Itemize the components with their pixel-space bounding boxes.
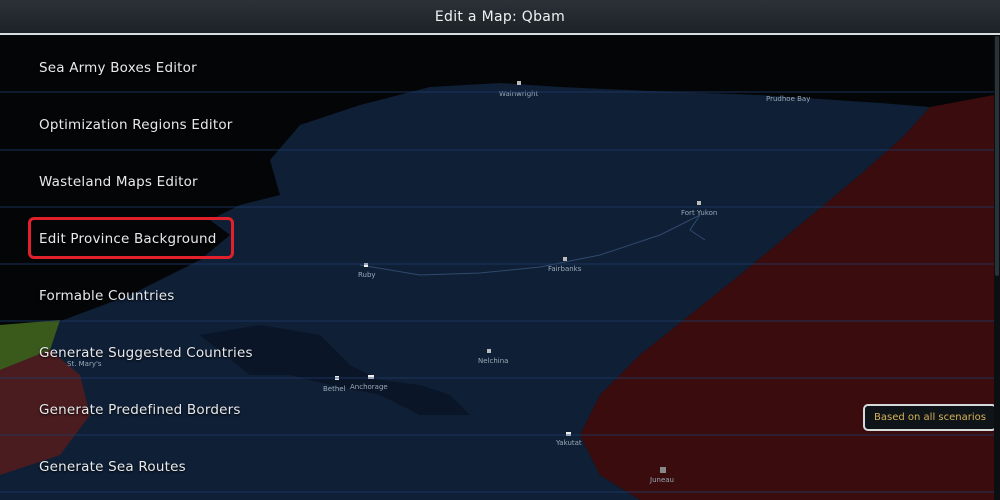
menu-item-optimization-regions-editor[interactable]: Optimization Regions Editor [0, 96, 300, 153]
menu-item-sea-army-boxes-editor[interactable]: Sea Army Boxes Editor [0, 39, 300, 96]
menu-item-label: Optimization Regions Editor [39, 116, 233, 133]
menu-item-label: Generate Predefined Borders [39, 401, 241, 418]
window-title-bar: Edit a Map: Qbam [0, 0, 1000, 35]
menu-item-label: Generate Sea Routes [39, 458, 186, 475]
scenario-badge-label: Based on all scenarios [874, 412, 986, 423]
city-label-anchorage: Anchorage [350, 383, 388, 391]
editor-menu: Sea Army Boxes Editor Optimization Regio… [0, 35, 300, 500]
city-label-nelchina: Nelchina [478, 357, 508, 365]
city-label-prudhoe-bay: Prudhoe Bay [766, 95, 810, 103]
city-label-juneau: Juneau [649, 476, 674, 484]
menu-item-edit-province-background[interactable]: Edit Province Background [0, 210, 300, 267]
city-label-wainwright: Wainwright [499, 90, 539, 98]
menu-item-label: Generate Suggested Countries [39, 344, 253, 361]
city-label-bethel: Bethel [323, 385, 346, 393]
window-title: Edit a Map: Qbam [434, 8, 566, 25]
city-label-fairbanks: Fairbanks [548, 265, 582, 273]
city-label-yakutat: Yakutat [555, 439, 582, 447]
scrollbar-thumb[interactable] [995, 36, 999, 276]
menu-item-generate-suggested-countries[interactable]: Generate Suggested Countries [0, 324, 300, 381]
menu-item-label: Formable Countries [39, 287, 175, 304]
menu-item-generate-predefined-borders[interactable]: Generate Predefined Borders [0, 381, 300, 438]
menu-item-label: Edit Province Background [39, 230, 217, 247]
menu-item-generate-sea-routes[interactable]: Generate Sea Routes [0, 438, 300, 495]
city-label-ruby: Ruby [358, 271, 376, 279]
city-label-fort-yukon: Fort Yukon [681, 209, 717, 217]
menu-item-wasteland-maps-editor[interactable]: Wasteland Maps Editor [0, 153, 300, 210]
scrollbar[interactable] [994, 36, 1000, 500]
menu-item-label: Wasteland Maps Editor [39, 173, 198, 190]
menu-item-label: Sea Army Boxes Editor [39, 59, 197, 76]
scenario-badge[interactable]: Based on all scenarios [863, 404, 997, 431]
menu-item-formable-countries[interactable]: Formable Countries [0, 267, 300, 324]
